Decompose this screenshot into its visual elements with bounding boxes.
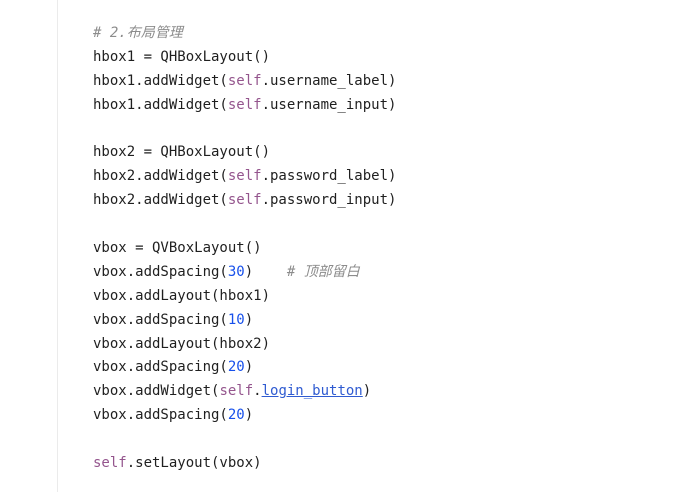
code-token-plain: vbox = QVBoxLayout()	[93, 240, 262, 257]
code-token-comment: # 顶部留白	[286, 263, 360, 280]
code-line[interactable]: vbox.addSpacing(10)	[93, 309, 396, 333]
code-token-plain: )	[244, 407, 254, 424]
code-token-comment: # 2.布局管理	[93, 25, 183, 41]
code-line[interactable]: vbox.addLayout(hbox2)	[93, 333, 396, 357]
code-token-plain: .username_label)	[261, 72, 397, 89]
code-line[interactable]: vbox.addSpacing(20)	[93, 404, 396, 428]
code-area[interactable]: # 2.布局管理 hbox1 = QHBoxLayout() hbox1.addWi…	[93, 22, 396, 476]
code-token-plain: hbox2 = QHBoxLayout()	[93, 144, 271, 161]
code-token-plain: .password_label)	[261, 168, 397, 185]
code-line[interactable]: hbox2 = QHBoxLayout()	[93, 141, 396, 165]
code-token-plain: vbox.addSpacing(	[93, 311, 228, 328]
code-line[interactable]: hbox1.addWidget(self.username_input)	[93, 94, 396, 118]
code-editor[interactable]: # 2.布局管理 hbox1 = QHBoxLayout() hbox1.addWi…	[0, 0, 680, 492]
code-line[interactable]: vbox.addLayout(hbox1)	[93, 285, 396, 309]
code-token-plain: vbox.addSpacing(	[93, 263, 228, 280]
code-line[interactable]	[93, 428, 396, 452]
code-token-plain: .	[253, 383, 262, 400]
code-token-plain: vbox.addSpacing(	[93, 359, 228, 376]
code-line[interactable]: vbox.addWidget(self.login_button)	[93, 380, 396, 404]
code-line[interactable]: vbox = QVBoxLayout()	[93, 237, 396, 261]
code-token-self: self	[93, 455, 127, 472]
gutter-divider	[57, 0, 58, 492]
code-line[interactable]: vbox.addSpacing(20)	[93, 356, 396, 380]
code-token-plain: vbox.addSpacing(	[93, 407, 228, 424]
code-token-plain: .setLayout(vbox)	[126, 455, 262, 472]
code-line[interactable]: vbox.addSpacing(30) # 顶部留白	[93, 261, 396, 285]
code-line[interactable]: hbox1.addWidget(self.username_label)	[93, 70, 396, 94]
code-line[interactable]	[93, 118, 396, 142]
code-token-plain: hbox1 = QHBoxLayout()	[93, 48, 271, 65]
code-line[interactable]: self.setLayout(vbox)	[93, 452, 396, 476]
code-token-num: 30	[227, 263, 245, 280]
code-line[interactable]: hbox1 = QHBoxLayout()	[93, 46, 396, 70]
code-token-plain: vbox.addWidget(	[93, 383, 220, 400]
code-token-self: self	[227, 168, 262, 185]
code-token-self: self	[227, 96, 262, 113]
code-line[interactable]: hbox2.addWidget(self.password_label)	[93, 165, 396, 189]
code-line[interactable]: hbox2.addWidget(self.password_input)	[93, 189, 396, 213]
code-token-attr-link: login_button	[261, 383, 363, 400]
code-line[interactable]	[93, 213, 396, 237]
code-token-plain: vbox.addLayout(hbox1)	[93, 287, 271, 304]
code-token-plain: hbox1.addWidget(	[93, 72, 228, 89]
code-token-plain: vbox.addLayout(hbox2)	[93, 335, 271, 352]
code-token-plain: )	[244, 263, 287, 280]
code-token-plain: .password_input)	[261, 192, 397, 209]
code-token-plain: hbox2.addWidget(	[93, 168, 228, 185]
code-token-plain: .username_input)	[261, 96, 397, 113]
code-token-plain: )	[244, 311, 254, 328]
code-token-num: 20	[227, 359, 245, 376]
code-token-self: self	[227, 72, 262, 89]
code-token-plain: )	[244, 359, 254, 376]
code-token-num: 20	[227, 407, 245, 424]
code-token-self: self	[227, 192, 262, 209]
code-token-plain: )	[362, 383, 372, 400]
code-token-plain: hbox1.addWidget(	[93, 96, 228, 113]
code-token-self: self	[219, 383, 254, 400]
code-line[interactable]: # 2.布局管理	[93, 22, 396, 46]
code-token-plain: hbox2.addWidget(	[93, 192, 228, 209]
code-token-num: 10	[227, 311, 245, 328]
